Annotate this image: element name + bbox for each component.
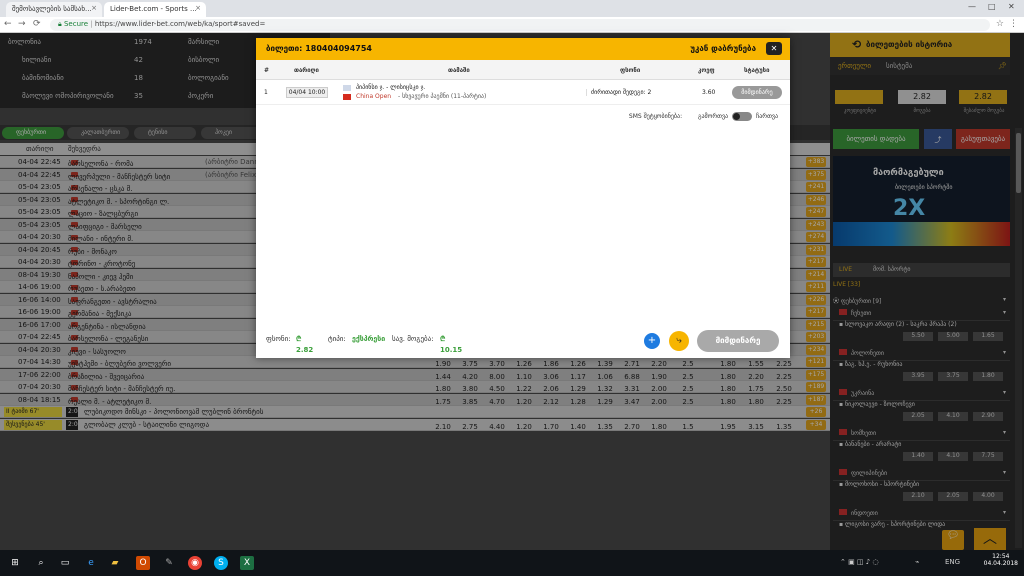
browser-tab-bar: შემოსავლების სამსახ... × Lider-Bet.com - … — [0, 0, 1024, 17]
sms-off-label: გამორთვა — [698, 113, 729, 120]
share-icon[interactable]: ⤷ — [669, 331, 689, 351]
close-tab-icon[interactable]: × — [195, 4, 201, 12]
task-view-icon[interactable]: ▭ — [58, 556, 72, 570]
sms-on-label: ჩართვა — [756, 113, 778, 120]
modal-header: ბილეთი: 180404094754 უკან დაბრუნება ✕ — [256, 38, 790, 60]
type-label: ტიპი: — [328, 335, 346, 343]
tab-title: Lider-Bet.com - Sports ... — [110, 5, 197, 13]
ticket-label: ბილეთი: — [266, 44, 303, 53]
status-badge: მიმდინარე — [732, 86, 782, 99]
sms-toggle[interactable] — [732, 112, 753, 121]
folder-icon[interactable]: ▰ — [108, 556, 122, 570]
type-value: ექსპრესი — [352, 335, 386, 343]
sms-label: SMS შეტყობინება: — [628, 113, 683, 120]
browser-tab[interactable]: შემოსავლების სამსახ... × — [6, 2, 102, 17]
modal-footer: ფსონი: 2.82 ₾ ტიპი: ექსპრესი სავ. მოგება… — [256, 324, 790, 358]
bookmark-star-icon[interactable]: ☆ — [996, 19, 1004, 29]
network-icon[interactable]: ⌁ — [915, 558, 919, 566]
search-icon[interactable]: ⌕ — [34, 556, 48, 570]
add-icon[interactable]: + — [644, 333, 660, 349]
browser-menu-icon[interactable]: ⋮ — [1009, 19, 1018, 29]
address-bar: ← → ⟳ 🔒︎ Secure | https://www.lider-bet.… — [0, 17, 1024, 33]
secure-label: Secure — [63, 20, 89, 28]
table-row: 1 04/04 10:00 პიპინსი ჯ. - ლისიცსკი ჯ. C… — [256, 81, 790, 105]
outlook-icon[interactable]: O — [136, 556, 150, 570]
url-text: https://www.lider-bet.com/web/ka/sport#s… — [94, 20, 266, 28]
forward-icon[interactable]: → — [18, 19, 26, 29]
league-suffix: - სხვავური პაემნი (11-პარტია) — [398, 93, 487, 100]
window-close-icon[interactable]: ✕ — [1008, 2, 1015, 11]
url-input[interactable]: 🔒︎ Secure | https://www.lider-bet.com/we… — [50, 19, 990, 31]
tennis-ball-icon — [343, 85, 351, 91]
skype-icon[interactable]: S — [214, 556, 228, 570]
app-icon[interactable]: ✎ — [162, 556, 176, 570]
excel-icon[interactable]: X — [240, 556, 254, 570]
edge-icon[interactable]: e — [84, 556, 98, 570]
tab-title: შემოსავლების სამსახ... — [12, 5, 92, 13]
ticket-modal: ბილეთი: 180404094754 უკან დაბრუნება ✕ # … — [256, 38, 790, 358]
close-tab-icon[interactable]: × — [91, 4, 97, 12]
back-icon[interactable]: ← — [4, 19, 12, 29]
status-button[interactable]: მიმდინარე — [697, 330, 779, 352]
chrome-icon[interactable]: ◉ — [188, 556, 202, 570]
flag-icon — [343, 94, 351, 100]
stake-label: ფსონი: — [266, 335, 291, 343]
minimize-icon[interactable]: — — [968, 2, 976, 11]
bet-date: 04/04 10:00 — [286, 87, 328, 98]
possible-win-label: სავ. მოგება: — [392, 335, 434, 343]
tray-icons[interactable]: ⌃ ▣ ◫ ♪ ◌ — [840, 558, 879, 566]
ticket-id: 180404094754 — [305, 44, 372, 53]
stake-value: 2.82 ₾ — [296, 335, 314, 354]
ticket-table-header: # თარიღი თამაში ფსონი კოეფ სტატუსი — [256, 60, 790, 80]
reload-icon[interactable]: ⟳ — [33, 19, 41, 29]
bet-odds: 3.60 — [702, 89, 716, 96]
close-icon[interactable]: ✕ — [766, 42, 782, 55]
back-button[interactable]: უკან დაბრუნება — [690, 44, 756, 53]
league-name: China Open — [356, 93, 392, 100]
browser-tab-active[interactable]: Lider-Bet.com - Sports ... × — [104, 2, 206, 17]
language-indicator[interactable]: ENG — [945, 558, 960, 566]
clock[interactable]: 12:54 04.04.2018 — [984, 553, 1018, 567]
windows-start-icon[interactable]: ⊞ — [8, 556, 22, 570]
windows-taskbar: ⊞ ⌕ ▭ e ▰ O ✎ ◉ S X ⌃ ▣ ◫ ♪ ◌ ⌁ ENG 12:5… — [0, 550, 1024, 576]
game-name[interactable]: პიპინსი ჯ. - ლისიცსკი ჯ. — [356, 84, 425, 91]
maximize-icon[interactable]: □ — [988, 2, 996, 11]
lock-icon: 🔒︎ — [58, 20, 62, 28]
possible-win-value: 10.15 ₾ — [440, 335, 463, 354]
bet-outcome: ძირითადი შედეგი: 2 — [586, 89, 651, 96]
sms-notification: SMS შეტყობინება: გამორთვა ჩართვა — [629, 112, 778, 121]
